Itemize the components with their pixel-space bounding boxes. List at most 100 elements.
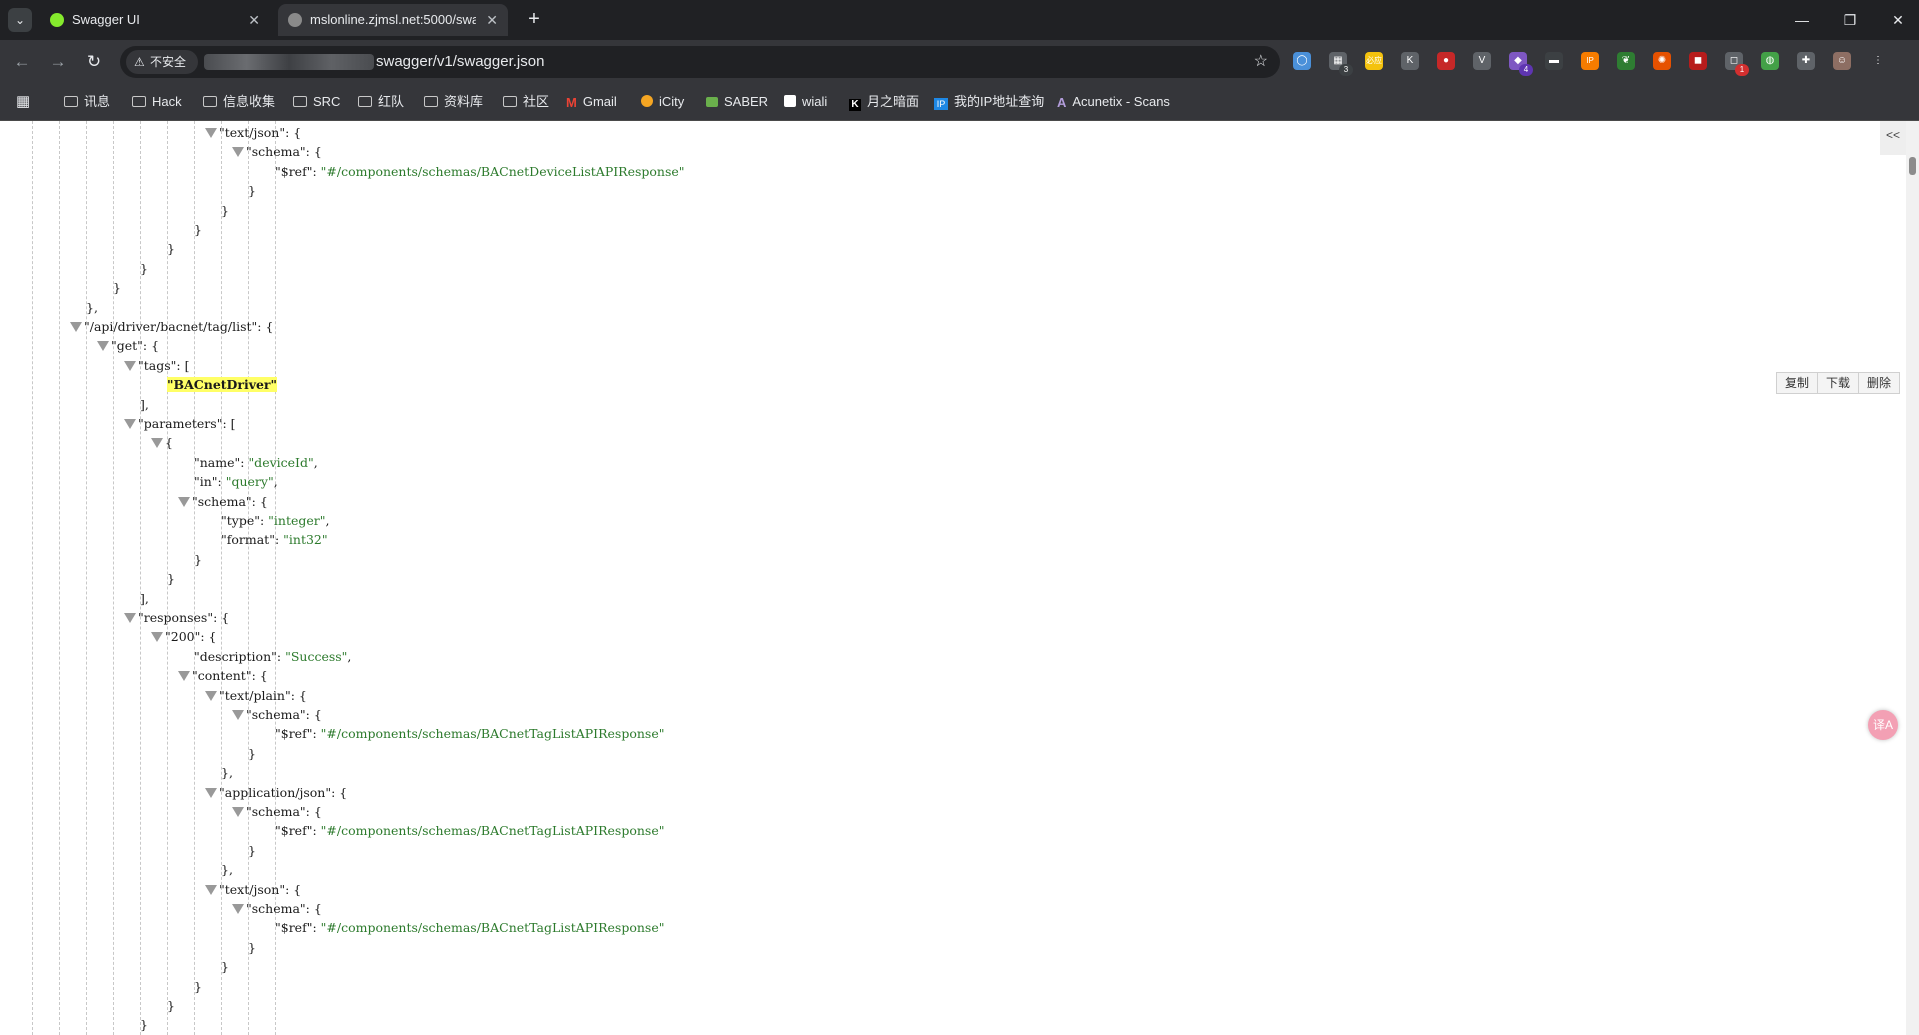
minimize-button[interactable]: — — [1788, 8, 1816, 32]
json-line[interactable]: "schema": { — [232, 900, 322, 918]
collapse-toggle-icon[interactable] — [151, 438, 163, 449]
bookmark-ip-query[interactable]: IP 我的IP地址查询 — [934, 84, 1044, 120]
json-line[interactable]: { — [151, 434, 173, 452]
red-disc-extension-icon[interactable]: ● — [1437, 52, 1455, 70]
collapse-toggle-icon[interactable] — [70, 322, 82, 332]
json-line[interactable]: "get": { — [97, 337, 159, 355]
green-circle-extension-icon[interactable]: ◍ — [1761, 52, 1779, 70]
bookmark-kimi[interactable]: K 月之暗面 — [849, 84, 919, 120]
json-line[interactable]: "tags": [ — [124, 357, 189, 375]
json-line[interactable]: "schema": { — [232, 143, 322, 161]
json-line[interactable]: "schema": { — [232, 706, 322, 724]
v-extension-icon[interactable]: V — [1473, 52, 1491, 70]
collapse-toggle-icon[interactable] — [232, 147, 244, 158]
collapse-toggle-icon[interactable] — [124, 419, 136, 429]
close-tab-icon[interactable]: ✕ — [248, 4, 260, 36]
new-tab-button[interactable]: + — [520, 6, 548, 34]
bookmark-wiali[interactable]: wiali — [784, 84, 827, 120]
json-line[interactable]: "text/plain": { — [205, 687, 307, 705]
collapse-toggle-icon[interactable] — [124, 360, 136, 371]
json-line[interactable]: "content": { — [178, 667, 268, 685]
collapse-toggle-icon[interactable] — [232, 807, 244, 817]
green-leaf-extension-icon[interactable]: ❦ — [1617, 52, 1635, 70]
delete-button[interactable]: 删除 — [1859, 373, 1899, 393]
json-line[interactable]: "schema": { — [232, 803, 322, 821]
bookmark-saber[interactable]: SABER — [706, 84, 768, 120]
tab-swagger-ui[interactable]: Swagger UI ✕ — [40, 4, 270, 36]
vertical-scrollbar[interactable] — [1906, 121, 1919, 1035]
json-line: "in": "query", — [194, 473, 278, 491]
bookmark-folder-red-team[interactable]: 红队 — [358, 84, 404, 120]
tab-search-button[interactable]: ⌄ — [8, 8, 32, 32]
download-button[interactable]: 下载 — [1818, 373, 1860, 393]
close-tab-icon[interactable]: ✕ — [486, 4, 498, 36]
collapse-toggle-icon[interactable] — [232, 904, 244, 914]
json-line[interactable]: "200": { — [151, 628, 217, 646]
circle-extension-icon[interactable]: ◯ — [1293, 52, 1311, 70]
site-info-chip[interactable]: ⚠ 不安全 — [126, 50, 198, 74]
bookmark-acunetix[interactable]: A Acunetix - Scans — [1057, 84, 1170, 120]
k-extension-icon[interactable]: K — [1401, 52, 1419, 70]
collapse-toggle-icon[interactable] — [232, 710, 244, 720]
cookie-extension-icon[interactable]: ✺ — [1653, 52, 1671, 70]
json-token: } — [248, 842, 256, 858]
json-line[interactable]: "responses": { — [124, 609, 229, 627]
json-line: } — [167, 570, 175, 588]
apps-grid-icon[interactable]: ▦ — [16, 84, 30, 120]
dark-hat-extension-icon[interactable]: ▬ — [1545, 52, 1563, 70]
puzzle-extension-icon[interactable]: ✚ — [1797, 52, 1815, 70]
collapse-toggle-icon[interactable] — [205, 690, 217, 701]
json-token: "tags": [ — [138, 357, 190, 373]
tab-title: mslonline.zjmsl.net:5000/swagger/v1/swag… — [310, 12, 476, 27]
bookmark-star-icon[interactable]: ☆ — [1254, 46, 1268, 78]
restore-button[interactable]: ❐ — [1836, 8, 1864, 32]
json-line[interactable]: "schema": { — [178, 493, 268, 511]
bookmark-folder-library[interactable]: 资料库 — [424, 84, 483, 120]
indent-guide — [140, 121, 141, 1035]
collapse-toggle-icon[interactable] — [178, 496, 190, 507]
collapse-toggle-icon[interactable] — [124, 613, 136, 623]
json-token: }, — [86, 299, 98, 315]
copy-button[interactable]: 复制 — [1777, 373, 1819, 393]
json-token: } — [194, 222, 202, 237]
collapse-toggle-icon[interactable] — [97, 341, 109, 352]
collapse-toggle-icon[interactable] — [205, 128, 217, 138]
collapse-toggle-icon[interactable] — [151, 632, 163, 643]
forward-button[interactable]: → — [46, 50, 70, 74]
reload-button[interactable]: ↻ — [82, 50, 106, 74]
tab-swagger-json[interactable]: mslonline.zjmsl.net:5000/swagger/v1/swag… — [278, 4, 508, 36]
bookmark-folder-xunxi[interactable]: 讯息 — [64, 84, 110, 120]
bookmark-gmail[interactable]: M Gmail — [566, 84, 617, 120]
json-line: } — [113, 279, 121, 297]
json-line[interactable]: "/api/driver/bacnet/tag/list": { — [70, 318, 273, 336]
translate-button[interactable]: 译A — [1868, 710, 1898, 740]
bookmark-icity[interactable]: iCity — [641, 84, 684, 120]
json-token: } — [167, 241, 175, 257]
collapse-toggle-icon[interactable] — [178, 671, 190, 682]
json-token: } — [167, 998, 175, 1013]
scrollbar-thumb[interactable] — [1909, 157, 1916, 175]
json-line[interactable]: "text/json": { — [205, 124, 301, 142]
ip-extension-icon[interactable]: IP — [1581, 52, 1599, 70]
back-button[interactable]: ← — [10, 50, 34, 74]
json-line: "format": "int32" — [221, 531, 328, 549]
address-bar[interactable]: ⚠ 不安全 swagger/v1/swagger.json ☆ — [120, 46, 1280, 78]
bookmark-folder-info-gathering[interactable]: 信息收集 — [203, 84, 275, 120]
collapse-toggle-icon[interactable] — [205, 884, 217, 895]
bookmark-folder-src[interactable]: SRC — [293, 84, 340, 120]
collapse-panel-button[interactable]: << — [1880, 121, 1906, 155]
black-square-extension-icon[interactable]: ◼ — [1689, 52, 1707, 70]
bookmark-folder-hack[interactable]: Hack — [132, 84, 182, 120]
json-string-value: "query" — [225, 474, 274, 490]
avatar-extension-icon[interactable]: ☺ — [1833, 52, 1851, 70]
json-line[interactable]: "parameters": [ — [124, 415, 236, 433]
biying-extension-icon[interactable]: 必应 — [1365, 52, 1383, 70]
bookmark-folder-community[interactable]: 社区 — [503, 84, 549, 120]
collapse-toggle-icon[interactable] — [205, 787, 217, 798]
json-line[interactable]: "application/json": { — [205, 784, 347, 802]
url-text[interactable]: swagger/v1/swagger.json — [376, 46, 544, 78]
json-line[interactable]: "text/json": { — [205, 881, 301, 899]
json-token: "text/json": { — [219, 881, 302, 897]
close-window-button[interactable]: ✕ — [1884, 8, 1912, 32]
more-menu-icon[interactable]: ⋮ — [1869, 52, 1887, 70]
